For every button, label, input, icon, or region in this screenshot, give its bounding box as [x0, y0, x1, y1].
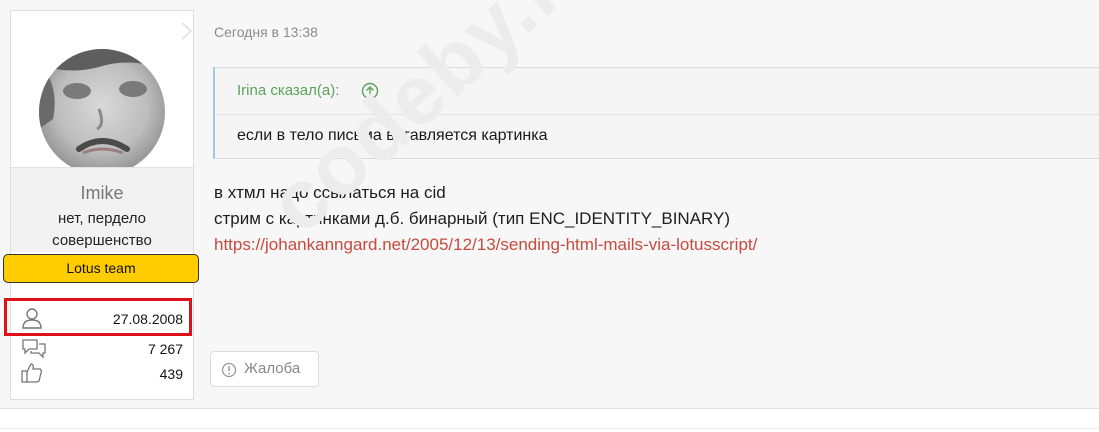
stat-messages-value: 7 267 [147, 341, 183, 357]
thumbs-up-icon [21, 362, 43, 387]
post-date[interactable]: Сегодня в 13:38 [214, 24, 318, 40]
stat-messages: 7 267 [21, 337, 183, 361]
avatar[interactable] [39, 49, 165, 175]
stat-reactions: 439 [21, 362, 183, 386]
quote-text: если в тело письма вставляется картинка [237, 127, 548, 144]
message-link[interactable]: https://johankanngard.net/2005/12/13/sen… [214, 232, 757, 258]
arrow-up-circle-icon[interactable] [361, 82, 379, 105]
user-banner: Lotus team [3, 254, 199, 283]
user-title: нет, пердело совершенство [11, 208, 193, 252]
message-line-1: в хтмл надо ссылаться на cid [214, 183, 446, 202]
username[interactable]: Imike [11, 183, 193, 204]
panel-pointer [181, 23, 190, 39]
stat-reactions-value: 439 [159, 366, 183, 382]
report-button[interactable]: Жалоба [210, 351, 319, 387]
message-line-2: стрим с картинками д.б. бинарный (тип EN… [214, 209, 731, 228]
quote-header: Irina сказал(а): [215, 68, 1099, 115]
divider [0, 428, 1099, 429]
user-panel: Imike нет, пердело совершенство Lotus te… [3, 10, 199, 400]
post-container: Imike нет, пердело совершенство Lotus te… [0, 0, 1099, 409]
info-circle-icon [221, 362, 237, 382]
avatar-area [11, 11, 193, 175]
quote-author[interactable]: Irina сказал(а): [237, 82, 339, 99]
highlight-box [4, 298, 192, 336]
user-title-line1: нет, пердело [58, 210, 146, 227]
message-body: в хтмл надо ссылаться на cid стрим с кар… [214, 180, 757, 258]
quote-block: Irina сказал(а): если в тело письма вста… [213, 67, 1099, 159]
report-label: Жалоба [244, 360, 301, 377]
user-title-line2: совершенство [52, 232, 152, 249]
chat-bubbles-icon [21, 337, 47, 362]
